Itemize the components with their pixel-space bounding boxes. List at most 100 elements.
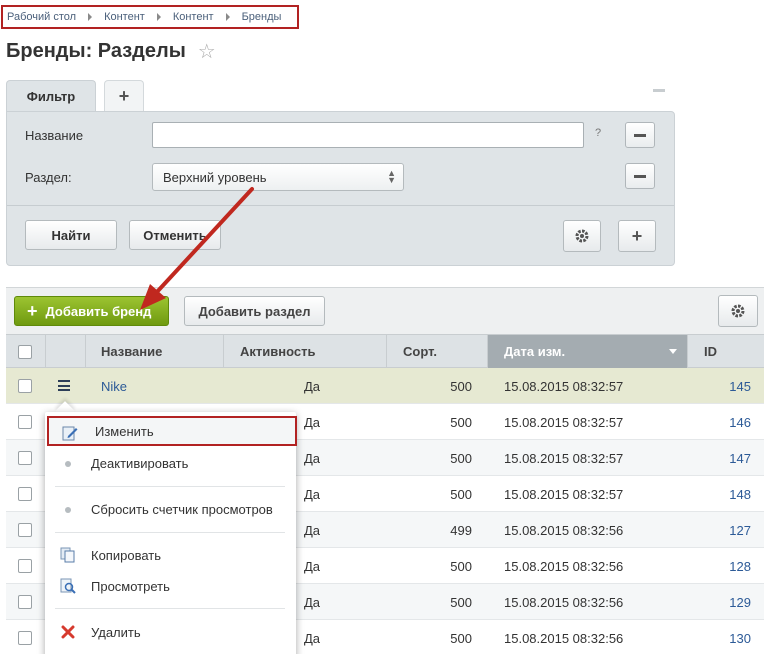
menu-item-delete[interactable]: Удалить: [45, 617, 296, 647]
row-date: 15.08.2015 08:32:57: [504, 450, 624, 466]
table-header: Название Активность Сорт. Дата изм. ID: [6, 334, 764, 368]
row-checkbox[interactable]: [18, 379, 32, 393]
edit-icon: [62, 426, 78, 441]
breadcrumb-item[interactable]: Контент: [104, 11, 145, 23]
row-id[interactable]: 128: [688, 548, 751, 584]
minus-icon: [634, 174, 646, 178]
remove-name-field-button[interactable]: [625, 122, 655, 148]
add-brand-button[interactable]: + Добавить бренд: [14, 296, 169, 326]
menu-item-edit[interactable]: Изменить: [47, 416, 297, 446]
breadcrumb-item[interactable]: Контент: [173, 11, 214, 23]
menu-item-view[interactable]: Просмотреть: [45, 571, 296, 601]
row-id[interactable]: 148: [688, 476, 751, 512]
select-all-column: [6, 335, 46, 368]
breadcrumb-separator-icon: [156, 13, 161, 21]
row-sort: 500: [450, 594, 472, 610]
remove-section-field-button[interactable]: [625, 163, 655, 189]
filter-tabs: Фильтр +: [6, 80, 144, 112]
row-checkbox[interactable]: [18, 559, 32, 573]
row-sort: 500: [450, 378, 472, 394]
row-sort: 500: [450, 630, 472, 646]
column-header-active[interactable]: Активность: [224, 335, 387, 368]
delete-icon: [61, 625, 75, 639]
breadcrumb-separator-icon: [225, 13, 230, 21]
sort-desc-icon: [669, 349, 677, 354]
row-date: 15.08.2015 08:32:56: [504, 630, 624, 646]
filter-section-label: Раздел:: [25, 170, 72, 185]
row-date: 15.08.2015 08:32:57: [504, 414, 624, 430]
row-sort: 500: [450, 558, 472, 574]
list-settings-button[interactable]: [718, 295, 758, 327]
actions-column-header: [46, 335, 86, 368]
menu-item-label: Деактивировать: [91, 455, 189, 471]
breadcrumb-item[interactable]: Бренды: [242, 11, 282, 23]
find-button[interactable]: Найти: [25, 220, 117, 250]
row-checkbox[interactable]: [18, 415, 32, 429]
row-id[interactable]: 130: [688, 620, 751, 654]
breadcrumb-item[interactable]: Рабочий стол: [7, 11, 76, 23]
select-all-checkbox[interactable]: [18, 345, 32, 359]
row-id[interactable]: 145: [688, 368, 751, 404]
section-select-value: Верхний уровень: [163, 169, 267, 185]
filter-settings-button[interactable]: [563, 220, 601, 252]
row-checkbox[interactable]: [18, 595, 32, 609]
copy-icon: [60, 547, 75, 563]
gear-icon: [731, 304, 745, 318]
title-row: Бренды: Разделы ☆: [6, 40, 216, 63]
list-toolbar: + Добавить бренд Добавить раздел: [6, 287, 764, 335]
bullet-icon: [65, 461, 71, 467]
cancel-button[interactable]: Отменить: [129, 220, 221, 250]
filter-panel: Название ? Раздел: Верхний уровень ▲ ▼ На…: [6, 111, 675, 266]
view-icon: [60, 578, 76, 594]
minus-icon: [634, 133, 646, 137]
filter-name-input[interactable]: [152, 122, 584, 148]
table-row[interactable]: Nike Да 500 15.08.2015 08:32:57 145: [6, 368, 764, 404]
row-active: Да: [304, 630, 321, 646]
admin-page: Рабочий стол Контент Контент Бренды Брен…: [0, 0, 764, 654]
row-sort: 500: [450, 450, 472, 466]
row-sort: 500: [450, 414, 472, 430]
row-checkbox[interactable]: [18, 487, 32, 501]
menu-item-label: Копировать: [91, 547, 161, 563]
row-checkbox[interactable]: [18, 631, 32, 645]
row-active: Да: [304, 378, 321, 394]
add-section-button[interactable]: Добавить раздел: [184, 296, 325, 326]
plus-icon: +: [631, 225, 643, 246]
row-id[interactable]: 127: [688, 512, 751, 548]
row-active: Да: [304, 450, 321, 466]
gear-icon: [575, 229, 589, 243]
help-icon[interactable]: ?: [595, 127, 601, 139]
row-actions-menu-icon[interactable]: [58, 380, 70, 391]
row-active: Да: [304, 522, 321, 538]
filter-name-label: Название: [25, 128, 84, 143]
row-name-link[interactable]: Nike: [101, 368, 127, 404]
row-sort: 499: [450, 522, 472, 538]
row-context-menu: Изменить Деактивировать Сбросить счетчик…: [45, 412, 297, 654]
row-id[interactable]: 147: [688, 440, 751, 476]
column-header-sort[interactable]: Сорт.: [387, 335, 488, 368]
collapse-filter-icon[interactable]: [653, 89, 665, 92]
column-header-id[interactable]: ID: [688, 335, 764, 368]
bullet-icon: [65, 507, 71, 513]
menu-item-reset-counter[interactable]: Сбросить счетчик просмотров: [45, 494, 296, 524]
column-header-date[interactable]: Дата изм.: [488, 335, 688, 368]
menu-item-deactivate[interactable]: Деактивировать: [45, 448, 296, 478]
menu-item-label: Сбросить счетчик просмотров: [91, 501, 273, 517]
add-filter-field-button[interactable]: +: [618, 220, 656, 252]
tab-filter[interactable]: Фильтр: [6, 80, 96, 112]
row-active: Да: [304, 594, 321, 610]
column-header-name[interactable]: Название: [86, 335, 224, 368]
add-filter-tab-button[interactable]: +: [104, 80, 144, 112]
row-checkbox[interactable]: [18, 523, 32, 537]
favorite-star-icon[interactable]: ☆: [198, 42, 216, 62]
select-arrows-icon: ▲ ▼: [387, 168, 396, 185]
row-checkbox[interactable]: [18, 451, 32, 465]
row-id[interactable]: 129: [688, 584, 751, 620]
menu-separator: [55, 608, 285, 609]
breadcrumb: Рабочий стол Контент Контент Бренды: [1, 5, 299, 29]
menu-item-copy[interactable]: Копировать: [45, 540, 296, 570]
section-select[interactable]: Верхний уровень ▲ ▼: [152, 163, 404, 191]
filter-divider: [7, 205, 674, 206]
row-id[interactable]: 146: [688, 404, 751, 440]
page-title: Бренды: Разделы: [6, 40, 186, 62]
